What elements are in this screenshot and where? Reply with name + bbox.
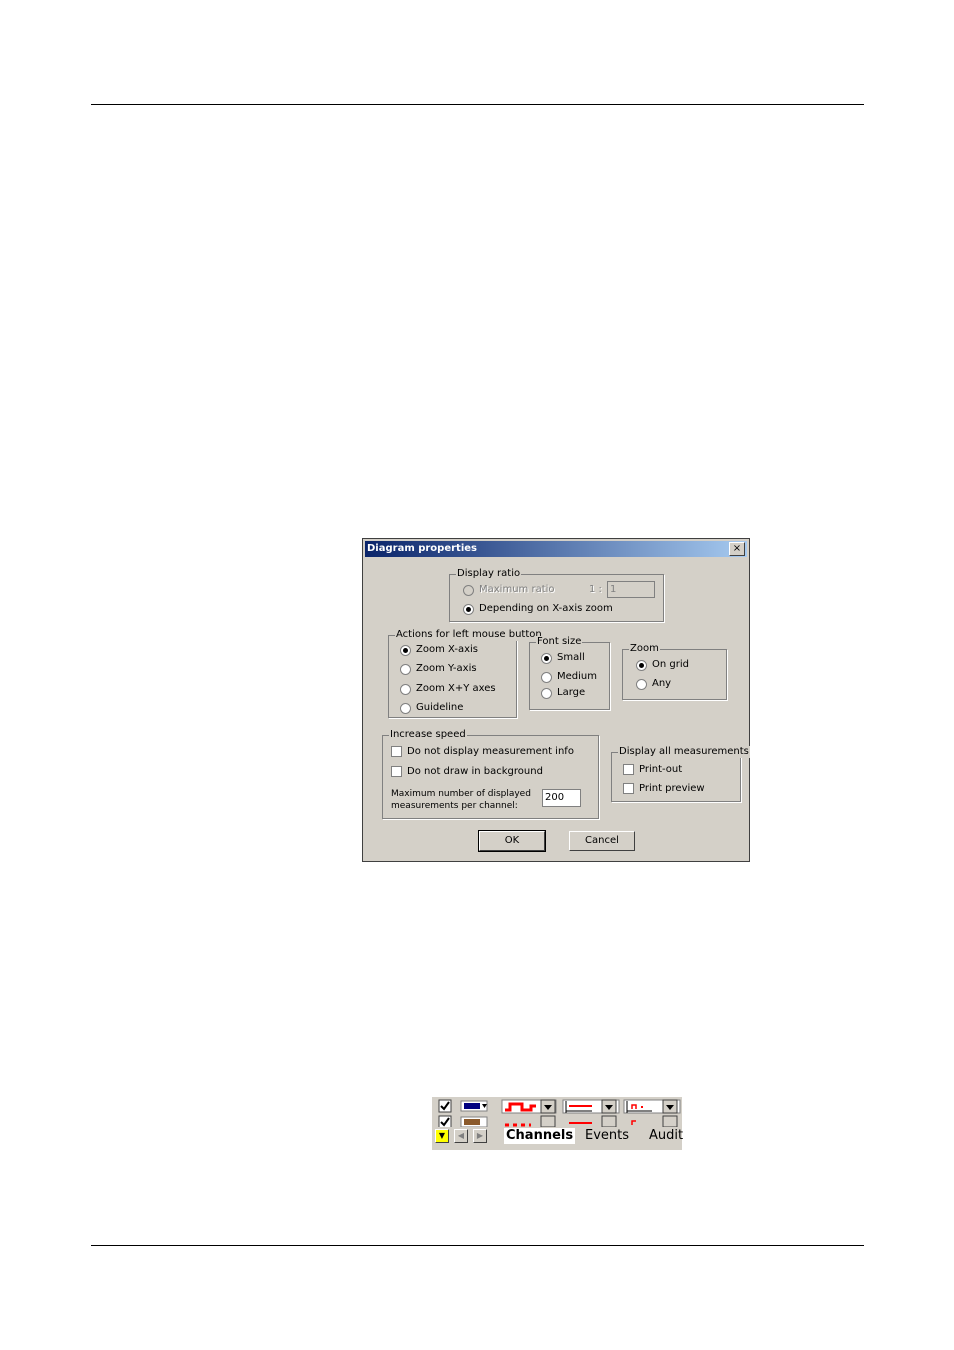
zoom-x-radio-circle[interactable] bbox=[400, 645, 411, 656]
ratio-prefix: 1 : bbox=[589, 584, 602, 595]
print-preview-label: Print preview bbox=[639, 783, 705, 794]
scroll-left-icon[interactable]: ◀ bbox=[454, 1129, 468, 1143]
zoom-on-grid-radio-circle[interactable] bbox=[636, 660, 647, 671]
tab-events[interactable]: Events bbox=[585, 1128, 629, 1144]
zoom-any-radio-circle[interactable] bbox=[636, 679, 647, 690]
line-width-selector-icon[interactable] bbox=[562, 1099, 620, 1127]
channel-settings-row bbox=[432, 1097, 682, 1127]
font-small-label: Small bbox=[557, 652, 585, 663]
increase-speed-legend: Increase speed bbox=[389, 729, 467, 741]
tab-menu-button[interactable]: ▼ bbox=[435, 1129, 449, 1143]
font-small-radio-circle[interactable] bbox=[541, 653, 552, 664]
printout-box[interactable] bbox=[623, 764, 634, 775]
max-ratio-label: Maximum ratio bbox=[479, 584, 555, 595]
font-large-radio-circle[interactable] bbox=[541, 688, 552, 699]
font-medium-radio-circle[interactable] bbox=[541, 672, 552, 683]
ratio-field: 1 bbox=[607, 581, 655, 598]
title-bar[interactable]: Diagram properties × bbox=[365, 541, 747, 557]
no-background-box[interactable] bbox=[391, 766, 402, 777]
increase-speed-group: Increase speed Do not display measuremen… bbox=[382, 729, 599, 819]
tab-channels[interactable]: Channels bbox=[504, 1128, 576, 1144]
cancel-button[interactable]: Cancel bbox=[569, 831, 635, 851]
display-all-group: Display all measurements Print-out Print… bbox=[611, 746, 750, 802]
font-size-legend: Font size bbox=[536, 636, 583, 648]
no-measurement-info-label: Do not display measurement info bbox=[407, 746, 574, 757]
header-rule bbox=[91, 104, 864, 105]
font-size-group: Font size Small Medium Large bbox=[529, 636, 610, 710]
channel-toolbar: ▼ ◀ ▶ Channels Events Audit bbox=[432, 1097, 683, 1150]
print-preview-box[interactable] bbox=[623, 783, 634, 794]
zoom-group: Zoom On grid Any bbox=[622, 643, 727, 700]
depending-zoom-radio-circle[interactable] bbox=[463, 604, 474, 615]
dialog-title: Diagram properties bbox=[367, 543, 477, 554]
font-medium-label: Medium bbox=[557, 671, 597, 682]
printout-label: Print-out bbox=[639, 764, 683, 775]
diagram-properties-dialog: Diagram properties × Display ratio Maxim… bbox=[362, 538, 750, 862]
zoom-y-radio-circle[interactable] bbox=[400, 664, 411, 675]
zoom-y-label: Zoom Y-axis bbox=[416, 663, 477, 674]
tab-audit[interactable]: Audit bbox=[649, 1128, 683, 1144]
zoom-on-grid-label: On grid bbox=[652, 659, 689, 670]
zoom-xy-label: Zoom X+Y axes bbox=[416, 683, 496, 694]
max-measurements-input[interactable]: 200 bbox=[542, 789, 581, 807]
no-measurement-info-box[interactable] bbox=[391, 746, 402, 757]
left-mouse-legend: Actions for left mouse button bbox=[395, 629, 543, 641]
guideline-label: Guideline bbox=[416, 702, 464, 713]
close-button[interactable]: × bbox=[729, 542, 745, 556]
max-ratio-radio-circle bbox=[463, 585, 474, 596]
no-background-label: Do not draw in background bbox=[407, 766, 543, 777]
zoom-any-label: Any bbox=[652, 678, 672, 689]
zoom-xy-radio-circle[interactable] bbox=[400, 684, 411, 695]
zoom-x-label: Zoom X-axis bbox=[416, 644, 479, 655]
tab-strip: ▼ ◀ ▶ Channels Events Audit bbox=[432, 1128, 683, 1146]
guideline-radio-circle[interactable] bbox=[400, 703, 411, 714]
font-large-label: Large bbox=[557, 687, 586, 698]
display-ratio-legend: Display ratio bbox=[456, 568, 522, 580]
depending-zoom-label: Depending on X-axis zoom bbox=[479, 603, 613, 614]
ok-button[interactable]: OK bbox=[478, 830, 546, 852]
display-all-legend: Display all measurements bbox=[618, 746, 750, 758]
scroll-right-icon[interactable]: ▶ bbox=[473, 1129, 487, 1143]
left-mouse-group: Actions for left mouse button Zoom X-axi… bbox=[388, 629, 543, 718]
display-ratio-group: Display ratio Maximum ratio 1 : 1 Depend… bbox=[449, 568, 664, 622]
max-measurements-label-2: measurements per channel: bbox=[391, 801, 518, 811]
footer-rule bbox=[91, 1245, 864, 1246]
zoom-legend: Zoom bbox=[629, 643, 660, 655]
max-measurements-label-1: Maximum number of displayed bbox=[391, 789, 531, 799]
